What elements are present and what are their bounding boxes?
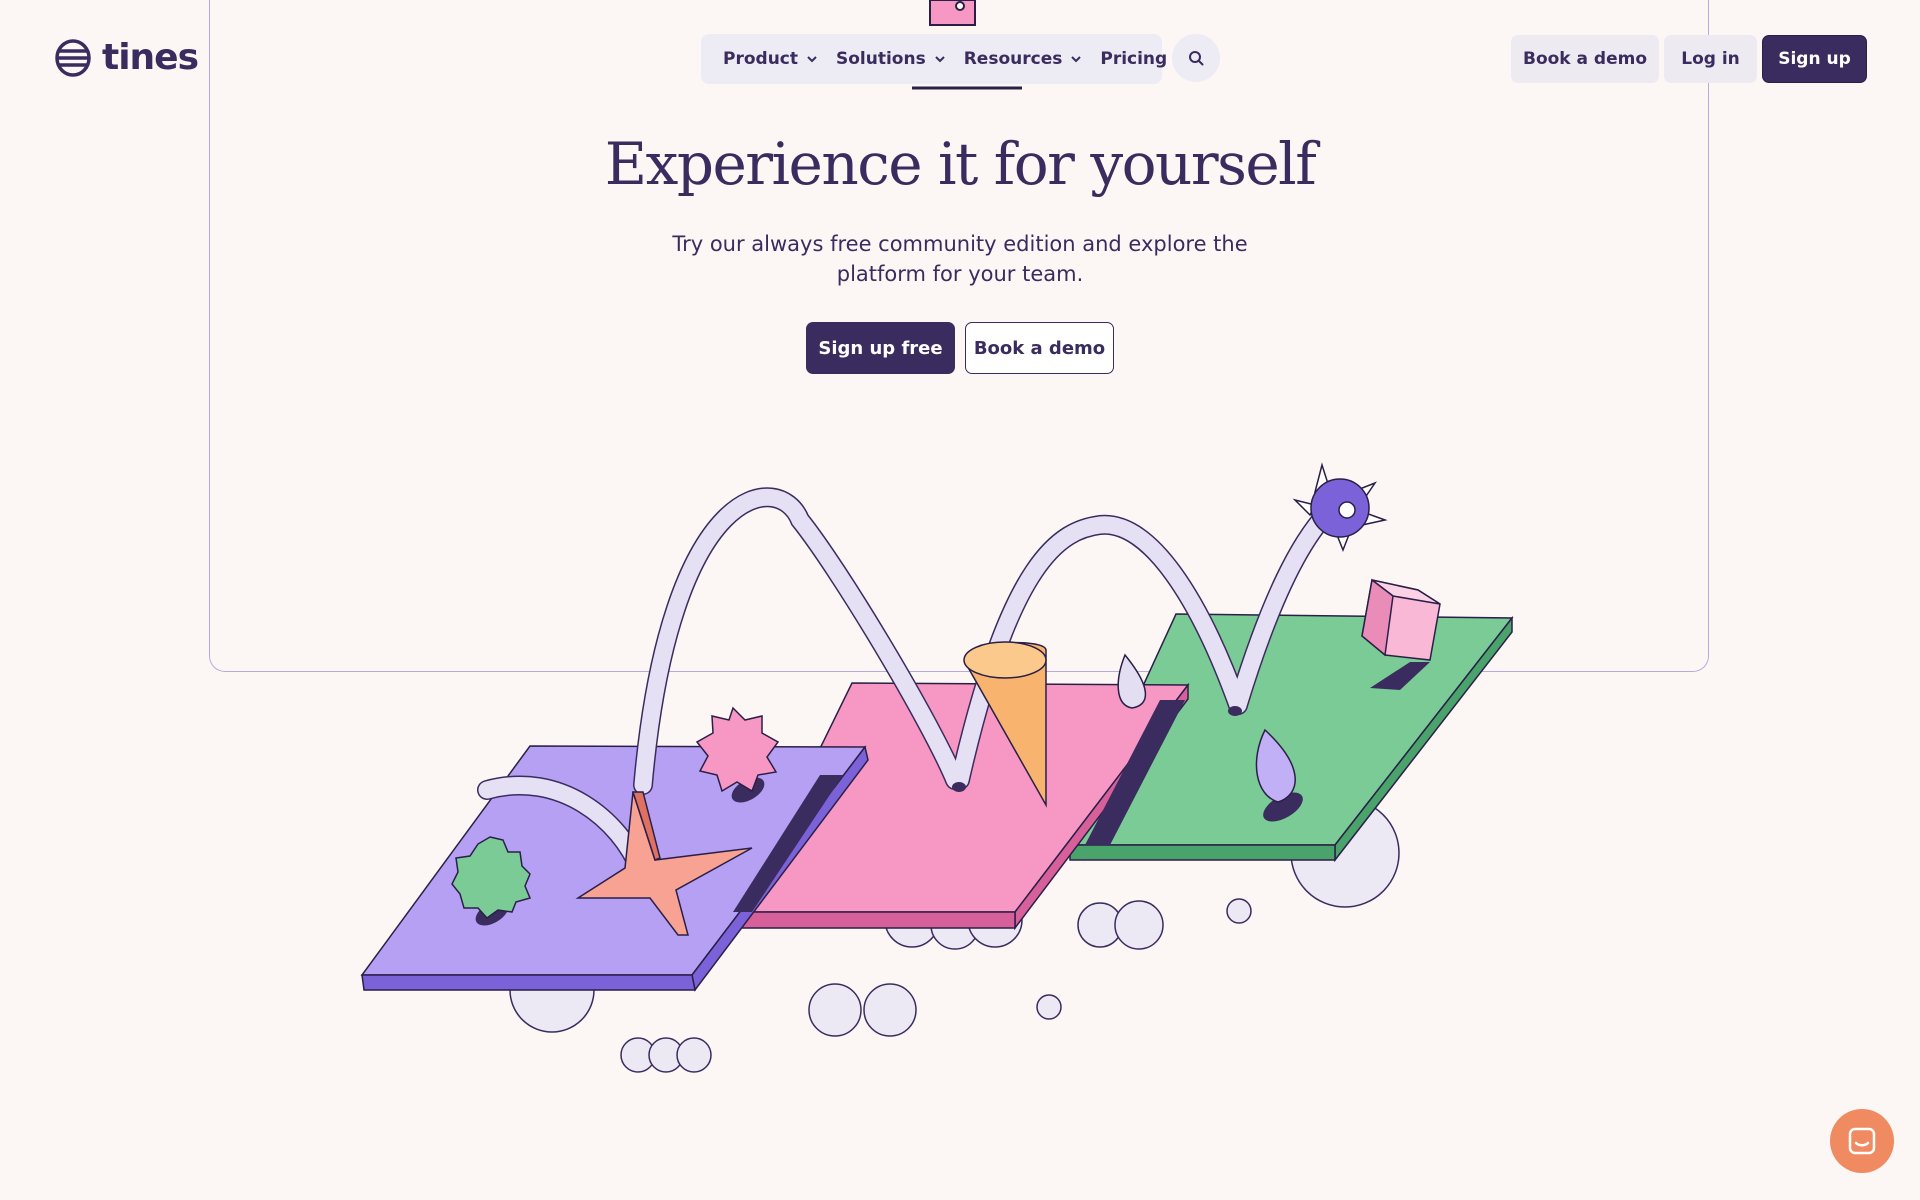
chevron-down-icon [935, 56, 945, 63]
chevron-down-icon [807, 56, 817, 63]
hero-book-demo-button[interactable]: Book a demo [965, 322, 1114, 374]
nav-item-product[interactable]: Product [723, 49, 818, 69]
chevron-down-icon [1071, 56, 1082, 63]
nav-item-solutions[interactable]: Solutions [836, 49, 946, 69]
search-button[interactable] [1172, 34, 1220, 82]
chat-button[interactable] [1830, 1109, 1894, 1173]
search-icon [1189, 51, 1204, 66]
main-nav: Product Solutions Resources Pricing [701, 34, 1167, 84]
nav-item-label: Solutions [836, 49, 926, 69]
nav-item-pricing[interactable]: Pricing [1100, 49, 1167, 69]
sign-up-button[interactable]: Sign up [1762, 35, 1867, 83]
sign-up-free-button[interactable]: Sign up free [806, 322, 955, 374]
page-title: Experience it for yourself [604, 130, 1317, 198]
nav-item-label: Resources [963, 49, 1063, 69]
nav-item-label: Pricing [1100, 49, 1168, 69]
tines-logo-icon [55, 39, 91, 77]
tines-logo[interactable]: tines [54, 37, 199, 78]
hero-subtitle: Try our always free community edition an… [672, 232, 1248, 286]
brand-name: tines [102, 37, 199, 78]
book-demo-button[interactable]: Book a demo [1511, 35, 1659, 83]
log-in-button[interactable]: Log in [1664, 35, 1757, 83]
nav-item-label: Product [723, 49, 798, 69]
nav-item-resources[interactable]: Resources [964, 49, 1083, 69]
chat-icon [1848, 1127, 1876, 1155]
